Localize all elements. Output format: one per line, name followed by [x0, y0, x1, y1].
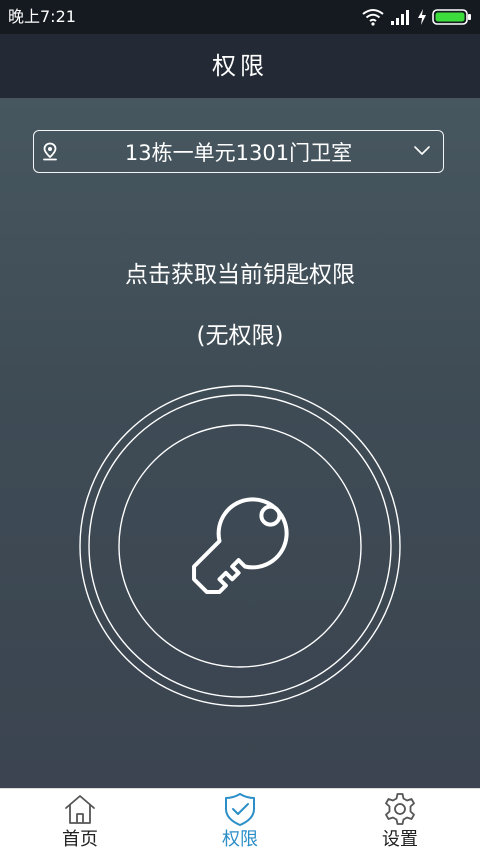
key-permission-prompt: 点击获取当前钥匙权限	[125, 262, 355, 288]
get-key-permission-button[interactable]	[79, 385, 401, 707]
nav-item-home[interactable]: 首页	[20, 789, 140, 853]
permission-screen: 晚上7:21 权限 13栋一单元1301门卫室 点击获取当前钥匙权限 (无权限)…	[0, 0, 480, 853]
charging-icon	[418, 9, 426, 25]
status-icons	[362, 6, 472, 28]
status-time: 晚上7:21	[8, 7, 76, 26]
bottom-nav: 首页 权限 设置	[0, 788, 480, 853]
chevron-down-icon	[414, 146, 430, 155]
nav-item-permission[interactable]: 权限	[180, 789, 300, 853]
key-icon	[192, 497, 289, 594]
main-content: 13栋一单元1301门卫室 点击获取当前钥匙权限 (无权限)	[0, 98, 480, 788]
wifi-icon	[362, 9, 384, 26]
nav-label-home: 首页	[62, 829, 98, 850]
status-bar: 晚上7:21	[0, 0, 480, 34]
signal-icon	[391, 10, 409, 25]
nav-label-settings: 设置	[382, 829, 418, 850]
key-button-rings	[79, 385, 401, 707]
location-dropdown[interactable]: 13栋一单元1301门卫室	[33, 130, 444, 173]
page-title: 权限	[212, 52, 268, 80]
location-selected-value: 13栋一单元1301门卫室	[124, 141, 353, 165]
nav-item-settings[interactable]: 设置	[340, 789, 460, 853]
permission-status: (无权限)	[196, 323, 284, 349]
location-pin-icon	[43, 142, 57, 161]
shield-check-icon	[225, 793, 255, 826]
title-bar: 权限	[0, 34, 480, 98]
nav-label-permission: 权限	[222, 829, 258, 850]
home-icon	[65, 795, 95, 824]
battery-icon	[432, 9, 471, 25]
gear-icon	[385, 793, 415, 825]
